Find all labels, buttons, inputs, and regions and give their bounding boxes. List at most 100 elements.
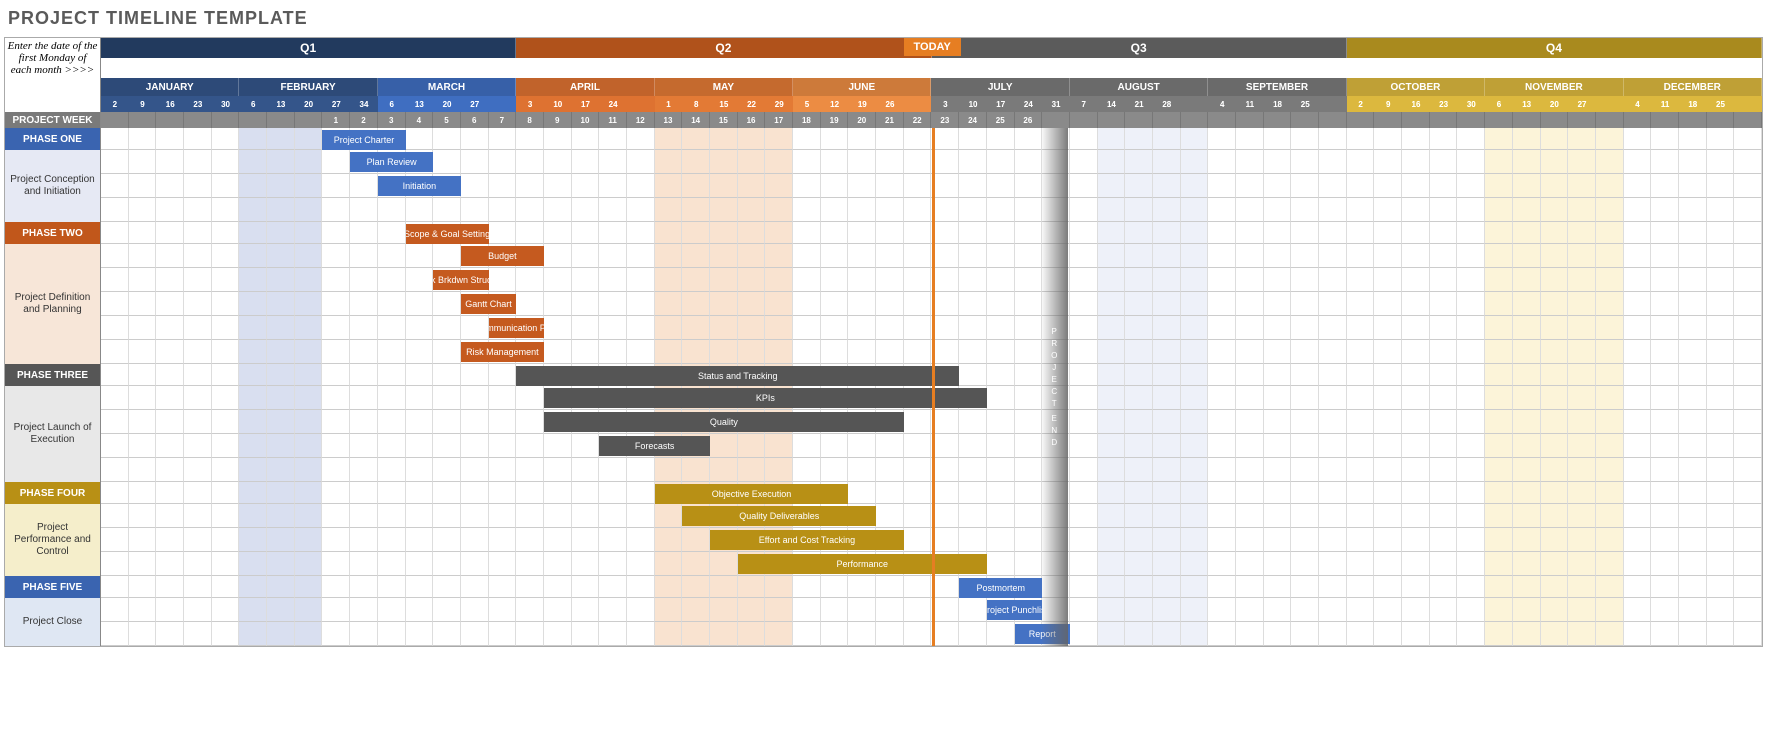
- side-blank-days: [5, 96, 101, 112]
- project-week-number: 18: [793, 112, 821, 128]
- task-bar[interactable]: Effort and Cost Tracking: [710, 530, 904, 550]
- month-header: OCTOBER: [1347, 78, 1485, 96]
- quarter-header: Q1: [101, 38, 516, 58]
- timeline-grid: Enter the date of the first Monday of ea…: [4, 37, 1763, 647]
- week-date: 4: [1624, 96, 1652, 112]
- project-week-number: 21: [876, 112, 904, 128]
- week-date: 10: [959, 96, 987, 112]
- project-week-number: [1624, 112, 1652, 128]
- task-bar[interactable]: Scope & Goal Setting: [406, 224, 489, 244]
- phase-header: PHASE ONE: [5, 128, 101, 150]
- week-date: 30: [212, 96, 240, 112]
- project-week-number: [1596, 112, 1624, 128]
- project-week-number: 1: [322, 112, 350, 128]
- week-date: 16: [1402, 96, 1430, 112]
- week-date: 18: [1264, 96, 1292, 112]
- task-bar[interactable]: Forecasts: [599, 436, 710, 456]
- side-blank-months: [5, 78, 101, 96]
- week-date: 17: [987, 96, 1015, 112]
- week-date: 17: [572, 96, 600, 112]
- week-date: [627, 96, 655, 112]
- project-week-number: [101, 112, 129, 128]
- week-date: 19: [848, 96, 876, 112]
- task-bar[interactable]: Budget: [461, 246, 544, 266]
- week-date: 2: [1347, 96, 1375, 112]
- week-date: [1734, 96, 1762, 112]
- task-bar[interactable]: Status and Tracking: [516, 366, 959, 386]
- task-bar[interactable]: Quality: [544, 412, 904, 432]
- project-week-number: 25: [987, 112, 1015, 128]
- project-week-number: 22: [904, 112, 932, 128]
- project-week-number: 8: [516, 112, 544, 128]
- week-date: 22: [738, 96, 766, 112]
- project-week-number: [1485, 112, 1513, 128]
- project-end-marker: PROJECT END: [1042, 128, 1068, 646]
- week-date: 2: [101, 96, 129, 112]
- week-date: 10: [544, 96, 572, 112]
- task-bar[interactable]: Postmortem: [959, 578, 1042, 598]
- week-date: 13: [1513, 96, 1541, 112]
- project-week-number: 13: [655, 112, 683, 128]
- month-header: JUNE: [793, 78, 931, 96]
- project-week-number: 10: [572, 112, 600, 128]
- task-bar[interactable]: Risk Management: [461, 342, 544, 362]
- week-date: [1596, 96, 1624, 112]
- task-bar[interactable]: Quality Deliverables: [682, 506, 876, 526]
- project-week-number: 19: [821, 112, 849, 128]
- month-header: MAY: [655, 78, 793, 96]
- month-header: DECEMBER: [1624, 78, 1762, 96]
- project-week-number: [156, 112, 184, 128]
- quarter-header: Q4: [1347, 38, 1762, 58]
- task-bar[interactable]: Performance: [738, 554, 987, 574]
- week-date: 9: [129, 96, 157, 112]
- week-date: 13: [406, 96, 434, 112]
- week-date: 13: [267, 96, 295, 112]
- week-date: 12: [821, 96, 849, 112]
- project-week-number: 17: [765, 112, 793, 128]
- task-bar[interactable]: Communication Plan: [489, 318, 544, 338]
- project-week-number: 6: [461, 112, 489, 128]
- task-bar[interactable]: Initiation: [378, 176, 461, 196]
- week-date: 6: [239, 96, 267, 112]
- week-date: 3: [516, 96, 544, 112]
- task-bar[interactable]: Gantt Chart: [461, 294, 516, 314]
- project-week-number: 26: [1015, 112, 1043, 128]
- project-week-number: 11: [599, 112, 627, 128]
- month-header: MARCH: [378, 78, 516, 96]
- week-date: 18: [1679, 96, 1707, 112]
- week-date: 23: [184, 96, 212, 112]
- task-bar[interactable]: KPIs: [544, 388, 987, 408]
- week-date: 16: [156, 96, 184, 112]
- week-date: 29: [765, 96, 793, 112]
- week-date: 26: [876, 96, 904, 112]
- month-header: SEPTEMBER: [1208, 78, 1346, 96]
- week-date: 25: [1291, 96, 1319, 112]
- week-date: 27: [1568, 96, 1596, 112]
- phase-description: Project Launch of Execution: [5, 386, 101, 482]
- project-week-number: [1125, 112, 1153, 128]
- project-week-number: 24: [959, 112, 987, 128]
- task-bar[interactable]: Objective Execution: [655, 484, 849, 504]
- week-date: 7: [1070, 96, 1098, 112]
- week-date: 27: [322, 96, 350, 112]
- week-date: [1181, 96, 1209, 112]
- week-date: 6: [1485, 96, 1513, 112]
- week-date: 1: [655, 96, 683, 112]
- task-bar[interactable]: Plan Review: [350, 152, 433, 172]
- project-week-number: 20: [848, 112, 876, 128]
- week-date: 23: [1430, 96, 1458, 112]
- task-bar[interactable]: Work Brkdwn Structure: [433, 270, 488, 290]
- month-header: AUGUST: [1070, 78, 1208, 96]
- week-date: 24: [1015, 96, 1043, 112]
- month-header: JULY: [931, 78, 1069, 96]
- task-bar[interactable]: Project Charter: [322, 130, 405, 150]
- side-note: Enter the date of the first Monday of ea…: [5, 38, 101, 78]
- project-week-number: [1457, 112, 1485, 128]
- quarter-header: Q3: [932, 38, 1347, 58]
- task-bar[interactable]: Project Punchlist: [987, 600, 1042, 620]
- week-date: [904, 96, 932, 112]
- week-date: 11: [1651, 96, 1679, 112]
- week-date: 20: [1541, 96, 1569, 112]
- project-week-number: [1541, 112, 1569, 128]
- today-line: [932, 128, 935, 646]
